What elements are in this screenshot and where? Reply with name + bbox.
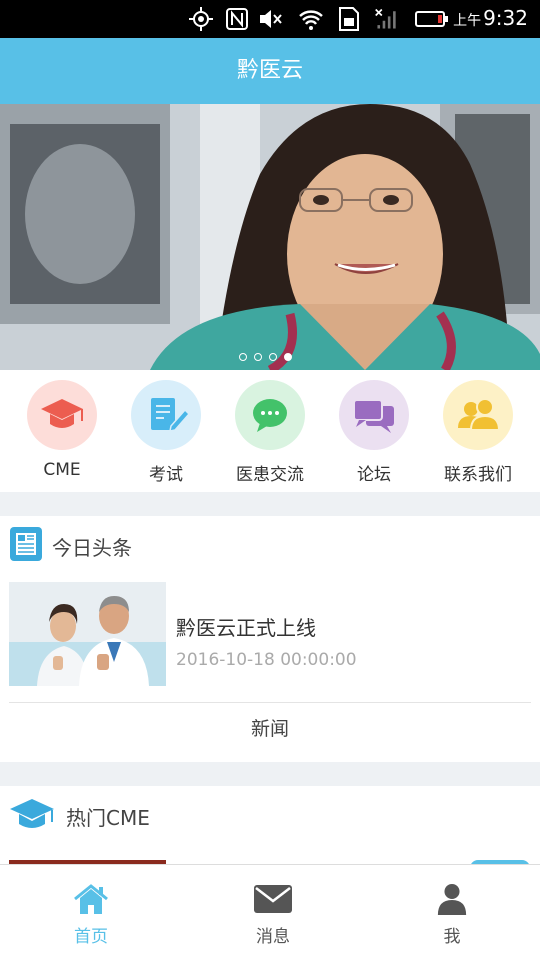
- tab-me-label: 我: [443, 927, 461, 947]
- mail-icon: [254, 885, 292, 913]
- news-title[interactable]: 黔医云正式上线: [176, 612, 316, 641]
- battery-icon: [415, 11, 448, 27]
- quick-label-forum: 论坛: [357, 465, 391, 485]
- quick-label-consult: 医患交流: [236, 465, 304, 485]
- quick-item-forum[interactable]: 论坛: [322, 380, 426, 485]
- carousel-dot[interactable]: [269, 353, 277, 361]
- app-title: 黔医云: [0, 38, 540, 104]
- gps-icon: [189, 7, 213, 31]
- tab-messages-label: 消息: [256, 927, 290, 947]
- nfc-icon: [226, 8, 248, 30]
- bottom-tab-bar: 首页 消息 我: [0, 864, 540, 961]
- exam-edit-icon: [131, 380, 201, 450]
- quick-item-consult[interactable]: 医患交流: [218, 380, 322, 485]
- quick-label-cme: CME: [43, 460, 81, 480]
- carousel-dot-active[interactable]: [284, 353, 292, 361]
- home-icon: [74, 884, 108, 914]
- status-time: 上午 9:32: [453, 6, 528, 30]
- quick-item-cme[interactable]: CME: [10, 380, 114, 480]
- headlines-card: 今日头条 黔医云正式上线 2016-10-18 00:00:00 新闻: [0, 516, 540, 762]
- tab-home-label: 首页: [74, 927, 108, 947]
- wifi-icon: [299, 10, 323, 30]
- news-thumbnail[interactable]: [9, 582, 166, 686]
- status-clock: 9:32: [483, 6, 528, 30]
- tab-home[interactable]: 首页: [31, 883, 151, 947]
- quick-item-exam[interactable]: 考试: [114, 380, 218, 485]
- hot-cme-title: 热门CME: [66, 806, 150, 830]
- banner-image: [0, 104, 540, 370]
- divider: [9, 702, 531, 703]
- headlines-title: 今日头条: [52, 536, 132, 560]
- quick-label-contact: 联系我们: [444, 465, 512, 485]
- signal-icon: [375, 8, 396, 29]
- tab-messages[interactable]: 消息: [213, 883, 333, 947]
- quick-menu: CME 考试 医患交流 论坛 联系我们: [0, 370, 540, 492]
- news-more-link[interactable]: 新闻: [0, 714, 540, 741]
- banner-carousel[interactable]: [0, 104, 540, 370]
- newspaper-icon: [10, 527, 42, 561]
- mute-icon: [260, 10, 282, 28]
- carousel-dot[interactable]: [239, 353, 247, 361]
- graduation-cap-icon: [27, 380, 97, 450]
- news-date: 2016-10-18 00:00:00: [176, 650, 357, 670]
- carousel-dots: [239, 353, 292, 361]
- tab-me[interactable]: 我: [392, 883, 512, 947]
- quick-item-contact[interactable]: 联系我们: [426, 380, 530, 485]
- user-icon: [437, 883, 467, 915]
- sim-icon: [339, 7, 359, 31]
- status-ampm: 上午: [453, 13, 482, 29]
- forum-icon: [339, 380, 409, 450]
- contacts-icon: [443, 380, 513, 450]
- quick-label-exam: 考试: [149, 465, 183, 485]
- status-bar: 上午 9:32: [0, 0, 540, 38]
- chat-bubble-icon: [235, 380, 305, 450]
- graduation-cap-icon: [10, 799, 54, 828]
- hot-cme-card: 热门CME: [0, 786, 540, 876]
- carousel-dot[interactable]: [254, 353, 262, 361]
